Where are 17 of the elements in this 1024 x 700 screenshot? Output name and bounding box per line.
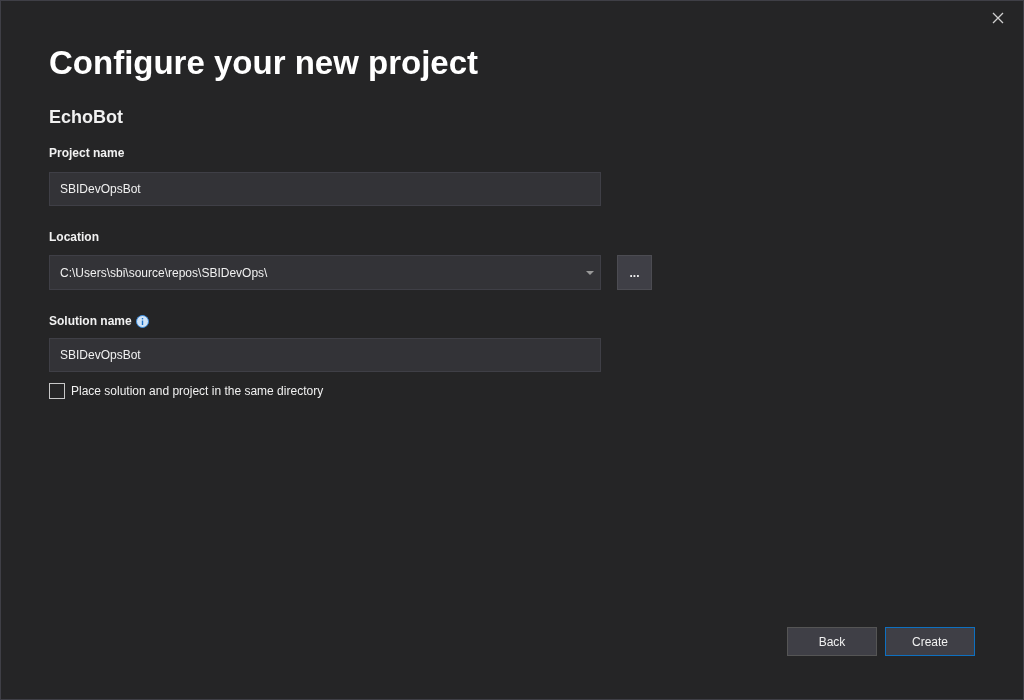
close-button[interactable]: [990, 10, 1006, 26]
template-name: EchoBot: [49, 106, 124, 129]
field-label: Solution name: [49, 313, 132, 329]
checkbox-label: Place solution and project in the same directory: [71, 383, 324, 400]
solution-name-field[interactable]: SBIDevOpsBot: [49, 338, 601, 372]
browse-button[interactable]: ...: [617, 255, 652, 290]
checkbox[interactable]: [49, 383, 65, 399]
dialog-button[interactable]: Create: [885, 627, 975, 656]
dialog-button[interactable]: Back: [787, 627, 877, 656]
close-icon: [992, 12, 1004, 24]
location-dropdown[interactable]: C:\Users\sbi\source\repos\SBIDevOps\: [49, 255, 601, 290]
dialog-title: Configure your new project: [49, 43, 480, 83]
dropdown-caret-icon: [586, 270, 594, 275]
project-name-field[interactable]: SBIDevOpsBot: [49, 172, 601, 206]
field-label: Project name: [49, 145, 125, 161]
field-label: Location: [49, 229, 99, 245]
info-icon: [135, 314, 149, 328]
